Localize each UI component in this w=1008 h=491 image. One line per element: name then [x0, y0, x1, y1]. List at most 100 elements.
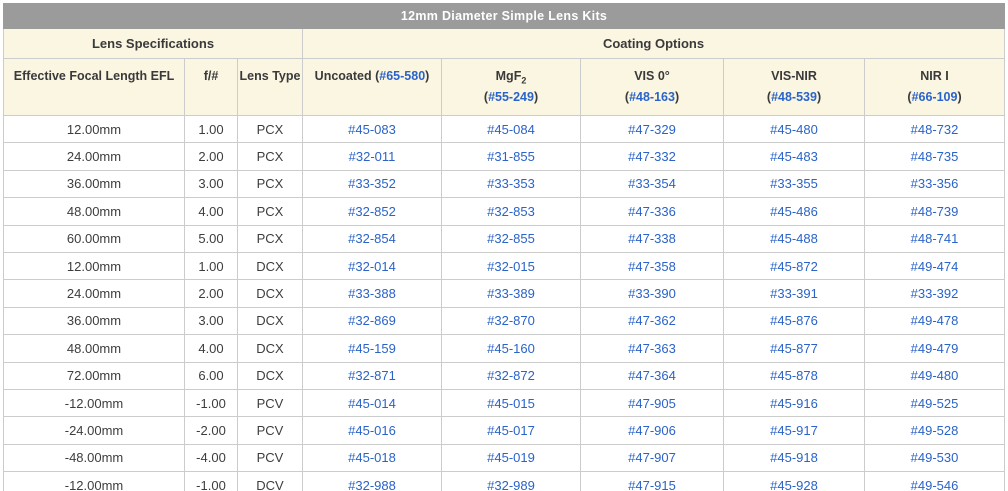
- column-header-vis-nir: VIS-NIR (#48-539): [723, 58, 865, 116]
- part-link[interactable]: #32-014: [348, 259, 396, 274]
- part-link[interactable]: #32-855: [487, 231, 535, 246]
- lens-type-cell: DCX: [237, 361, 303, 390]
- part-link[interactable]: #32-853: [487, 204, 535, 219]
- group-header-coating-options: Coating Options: [301, 28, 1006, 59]
- part-link[interactable]: #45-015: [487, 396, 535, 411]
- part-link[interactable]: #45-488: [770, 231, 818, 246]
- paren-close: ): [533, 90, 539, 104]
- part-link[interactable]: #47-362: [628, 313, 676, 328]
- coating-name-uncoated: Uncoated (: [314, 69, 380, 83]
- f-number-cell: -2.00: [184, 416, 238, 445]
- part-cell: #45-083: [302, 114, 442, 144]
- part-link[interactable]: #32-871: [348, 368, 396, 383]
- part-link[interactable]: #45-083: [348, 122, 396, 137]
- part-link[interactable]: #32-852: [348, 204, 396, 219]
- part-link[interactable]: #33-355: [770, 176, 818, 191]
- efl-cell: 48.00mm: [3, 334, 185, 363]
- part-link[interactable]: #49-546: [911, 478, 959, 491]
- part-link[interactable]: #33-354: [628, 176, 676, 191]
- part-link[interactable]: #45-876: [770, 313, 818, 328]
- part-cell: #32-871: [302, 361, 442, 390]
- part-link[interactable]: #45-877: [770, 341, 818, 356]
- kit-part-link[interactable]: #48-163: [629, 90, 675, 104]
- lens-type-cell: DCX: [237, 334, 303, 363]
- f-number-cell: 4.00: [184, 197, 238, 226]
- part-link[interactable]: #49-525: [911, 396, 959, 411]
- part-link[interactable]: #33-352: [348, 176, 396, 191]
- part-link[interactable]: #49-479: [911, 341, 959, 356]
- part-link[interactable]: #32-854: [348, 231, 396, 246]
- part-link[interactable]: #47-336: [628, 204, 676, 219]
- lens-type-cell: PCX: [237, 142, 303, 171]
- part-link[interactable]: #48-732: [911, 122, 959, 137]
- part-link[interactable]: #33-356: [911, 176, 959, 191]
- part-link[interactable]: #45-016: [348, 423, 396, 438]
- part-link[interactable]: #32-989: [487, 478, 535, 491]
- part-link[interactable]: #32-870: [487, 313, 535, 328]
- part-cell: #47-329: [580, 114, 724, 144]
- part-link[interactable]: #45-918: [770, 450, 818, 465]
- part-link[interactable]: #45-872: [770, 259, 818, 274]
- part-link[interactable]: #31-855: [487, 149, 535, 164]
- part-link[interactable]: #32-015: [487, 259, 535, 274]
- part-link[interactable]: #45-159: [348, 341, 396, 356]
- part-cell: #45-872: [723, 251, 865, 281]
- kit-part-link[interactable]: #66-109: [912, 90, 958, 104]
- part-link[interactable]: #45-486: [770, 204, 818, 219]
- coating-name-vis0: VIS 0°: [634, 69, 670, 83]
- part-link[interactable]: #45-014: [348, 396, 396, 411]
- part-link[interactable]: #33-392: [911, 286, 959, 301]
- kit-part-link[interactable]: #55-249: [488, 90, 534, 104]
- efl-cell: -12.00mm: [3, 388, 185, 418]
- part-link[interactable]: #47-907: [628, 450, 676, 465]
- part-link[interactable]: #33-353: [487, 176, 535, 191]
- part-link[interactable]: #47-358: [628, 259, 676, 274]
- part-link[interactable]: #45-160: [487, 341, 535, 356]
- part-link[interactable]: #49-530: [911, 450, 959, 465]
- kit-part-link[interactable]: #65-580: [379, 69, 425, 83]
- part-link[interactable]: #45-018: [348, 450, 396, 465]
- efl-cell: 72.00mm: [3, 361, 185, 390]
- part-cell: #32-011: [302, 142, 442, 171]
- part-link[interactable]: #49-474: [911, 259, 959, 274]
- part-link[interactable]: #45-480: [770, 122, 818, 137]
- part-cell: #45-876: [723, 306, 865, 336]
- part-link[interactable]: #32-872: [487, 368, 535, 383]
- table-row: 72.00mm 6.00 DCX #32-871 #32-872 #47-364…: [3, 361, 1006, 390]
- part-link[interactable]: #33-388: [348, 286, 396, 301]
- part-link[interactable]: #47-329: [628, 122, 676, 137]
- efl-cell: 12.00mm: [3, 114, 185, 144]
- part-link[interactable]: #45-916: [770, 396, 818, 411]
- part-link[interactable]: #47-906: [628, 423, 676, 438]
- part-link[interactable]: #47-338: [628, 231, 676, 246]
- part-cell: #32-870: [441, 306, 581, 336]
- part-link[interactable]: #45-019: [487, 450, 535, 465]
- lens-type-cell: DCV: [237, 471, 303, 491]
- kit-part-link[interactable]: #48-539: [771, 90, 817, 104]
- part-link[interactable]: #33-391: [770, 286, 818, 301]
- part-link[interactable]: #32-869: [348, 313, 396, 328]
- part-link[interactable]: #48-735: [911, 149, 959, 164]
- part-link[interactable]: #49-528: [911, 423, 959, 438]
- part-link[interactable]: #45-878: [770, 368, 818, 383]
- part-link[interactable]: #45-928: [770, 478, 818, 491]
- part-link[interactable]: #45-917: [770, 423, 818, 438]
- part-link[interactable]: #47-363: [628, 341, 676, 356]
- part-link[interactable]: #47-332: [628, 149, 676, 164]
- part-link[interactable]: #32-011: [349, 149, 396, 164]
- part-cell: #45-486: [723, 197, 865, 226]
- part-link[interactable]: #48-741: [911, 231, 959, 246]
- part-link[interactable]: #47-905: [628, 396, 676, 411]
- part-link[interactable]: #48-739: [911, 204, 959, 219]
- part-link[interactable]: #45-084: [487, 122, 535, 137]
- part-link[interactable]: #45-017: [487, 423, 535, 438]
- table-title-row: 12mm Diameter Simple Lens Kits: [2, 3, 1006, 29]
- part-link[interactable]: #33-390: [628, 286, 676, 301]
- part-link[interactable]: #49-480: [911, 368, 959, 383]
- part-link[interactable]: #47-364: [628, 368, 676, 383]
- part-link[interactable]: #33-389: [487, 286, 535, 301]
- part-link[interactable]: #45-483: [770, 149, 818, 164]
- part-link[interactable]: #49-478: [911, 313, 959, 328]
- part-link[interactable]: #47-915: [628, 478, 676, 491]
- part-link[interactable]: #32-988: [348, 478, 396, 491]
